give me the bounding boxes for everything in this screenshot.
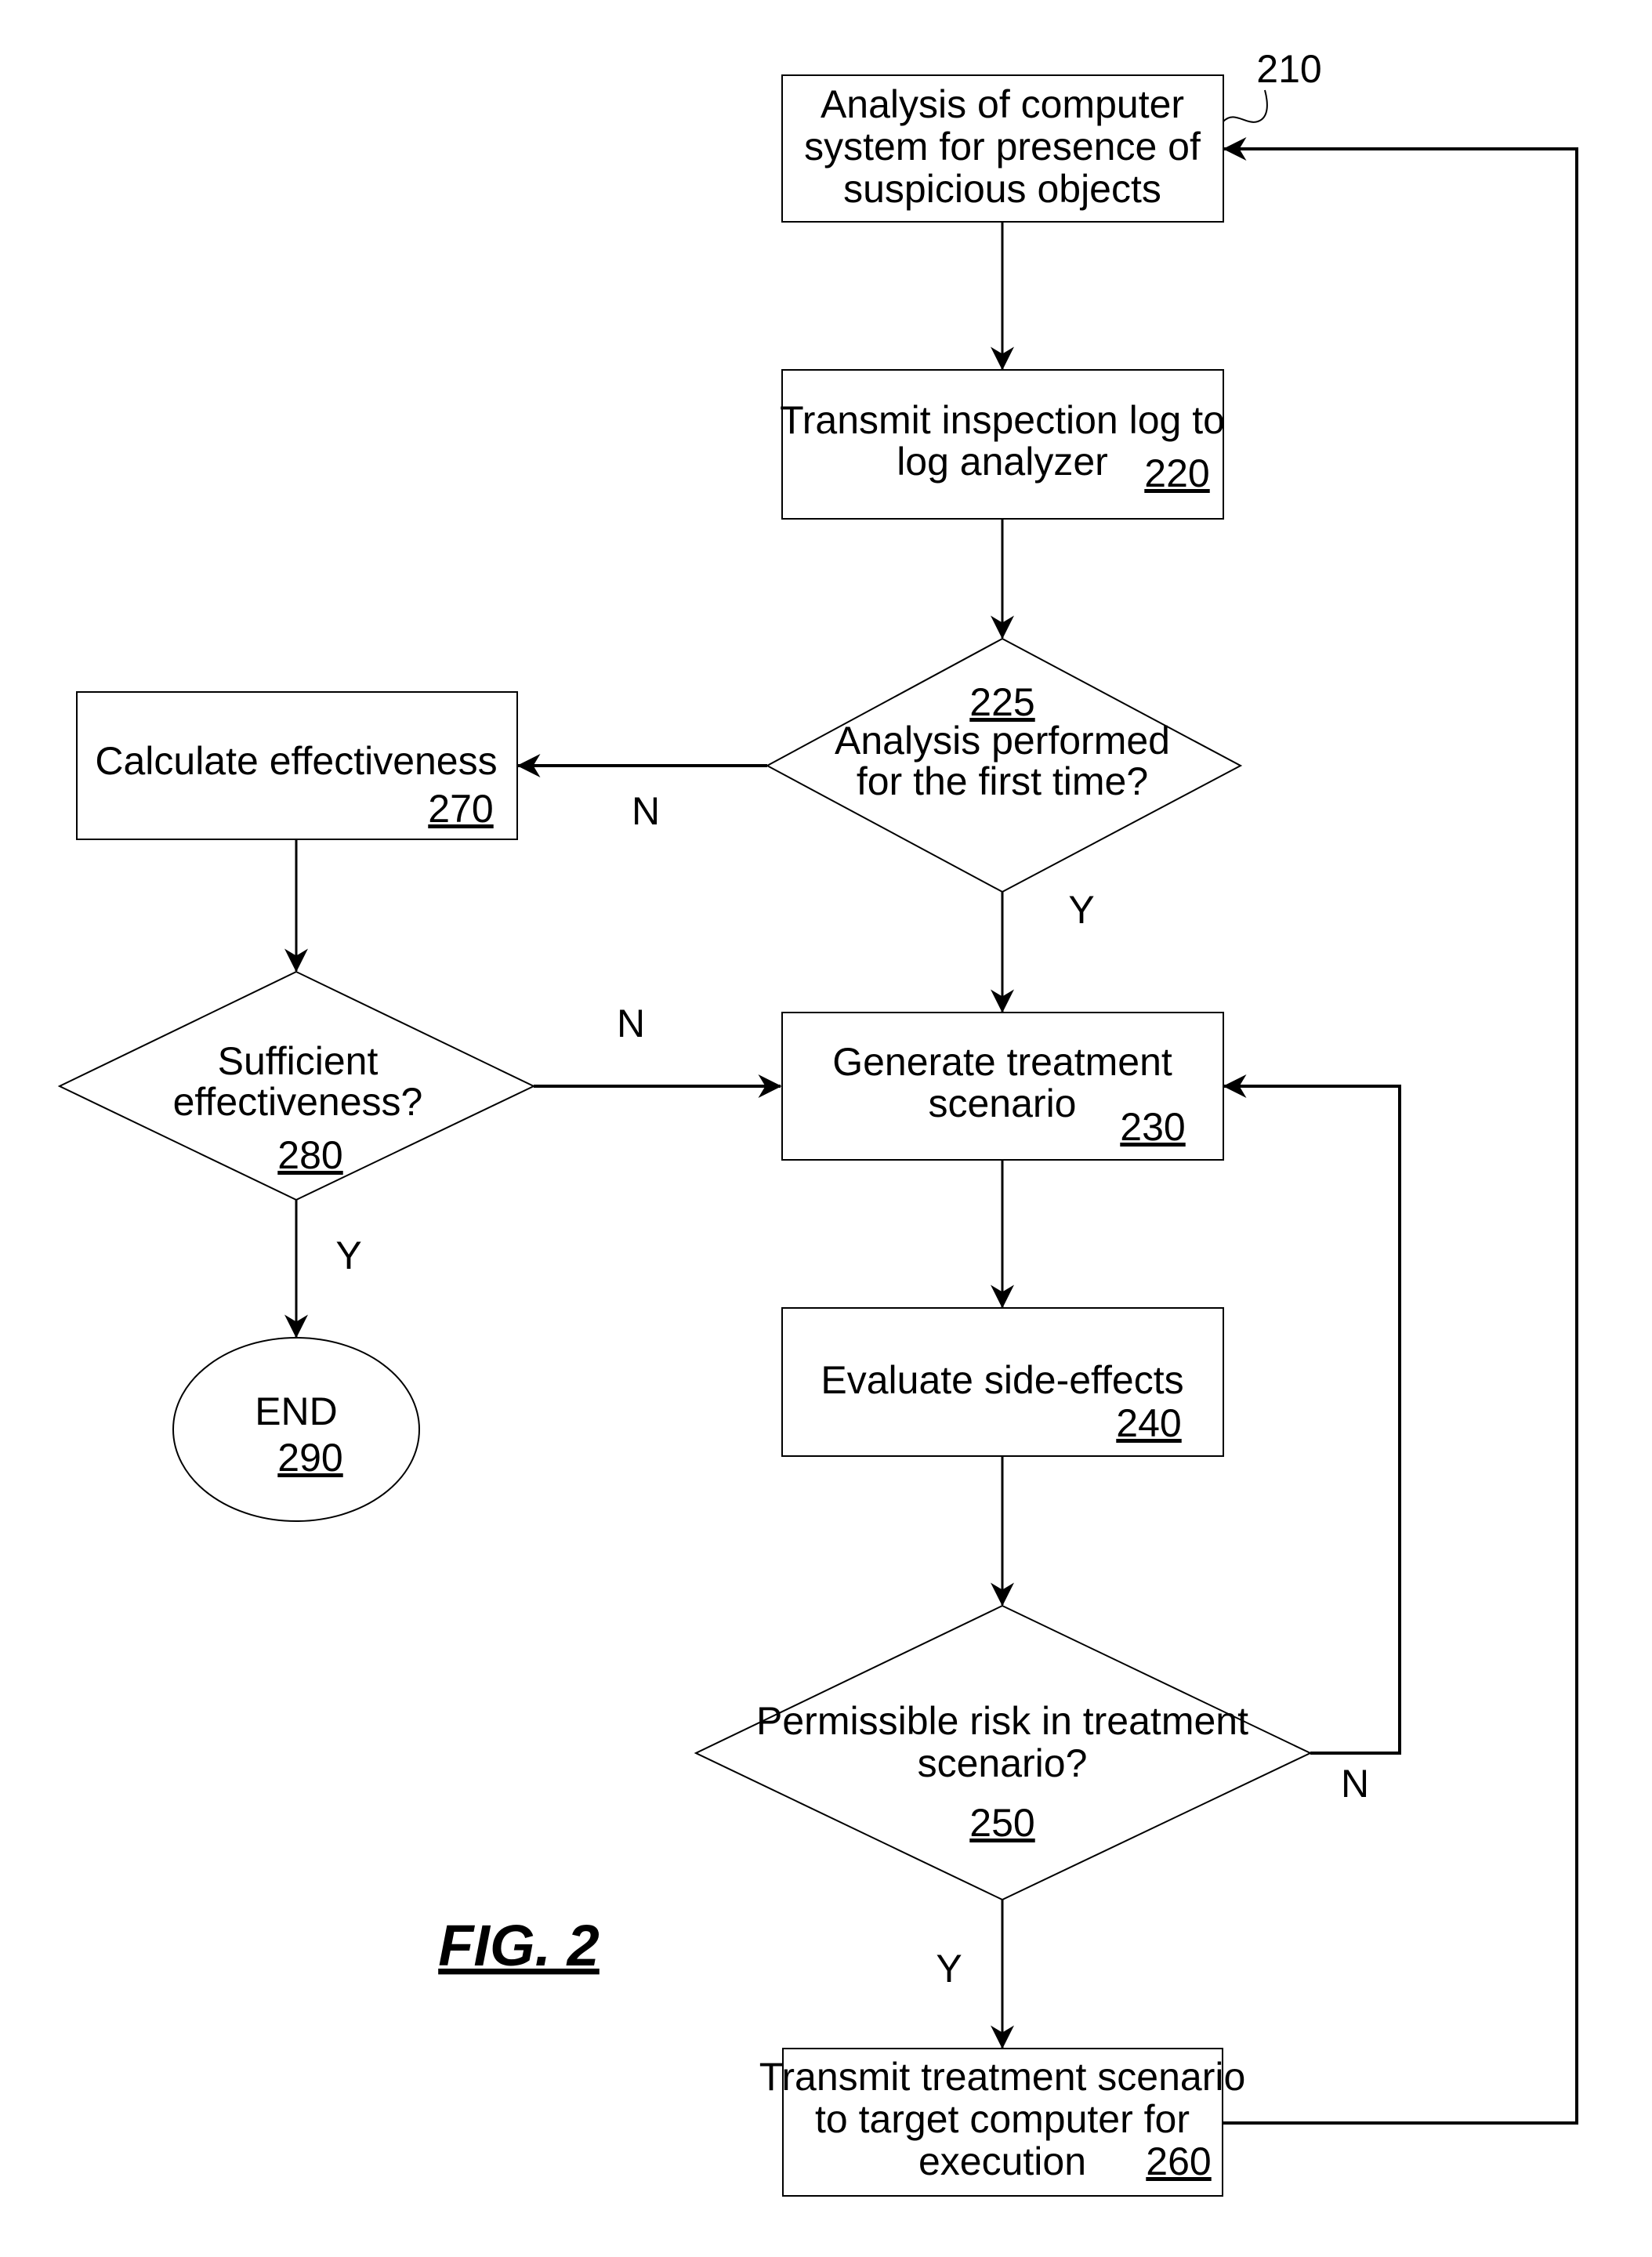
node-270-line-1: Calculate effectiveness	[95, 739, 497, 783]
decision-225: 225 Analysis performed for the first tim…	[765, 637, 1243, 893]
node-280-ref: 280	[277, 1133, 342, 1177]
node-220-line-1: Transmit inspection log to	[780, 398, 1225, 442]
node-230-line-1: Generate treatment	[832, 1040, 1172, 1084]
process-box-260: Transmit treatment scenario to target co…	[759, 2048, 1246, 2197]
node-260-ref: 260	[1146, 2139, 1211, 2183]
node-250-line-2: scenario?	[918, 1741, 1088, 1785]
node-230-ref: 230	[1120, 1105, 1185, 1149]
edge-label-225-yes: Y	[1068, 888, 1094, 932]
reference-leader-210	[1223, 89, 1268, 123]
node-225-line-1: Analysis performed	[835, 719, 1170, 763]
node-260-line-1: Transmit treatment scenario	[759, 2055, 1246, 2099]
node-290-ref: 290	[277, 1436, 342, 1480]
node-290-line-1: END	[255, 1389, 338, 1433]
node-210-line-2: system for presence of	[804, 125, 1201, 168]
node-240-ref: 240	[1116, 1401, 1181, 1445]
node-230-line-2: scenario	[929, 1081, 1077, 1125]
edge-label-280-no: N	[617, 1002, 645, 1045]
node-210-ref: 210	[1256, 47, 1321, 91]
decision-250: Permissible risk in treatment scenario? …	[694, 1604, 1313, 1901]
flowchart: N Y N Y N Y Analysis of computer system …	[57, 47, 1578, 2197]
edge-label-250-no: N	[1341, 1762, 1369, 1806]
figure-caption: FIG. 2	[438, 1913, 600, 1978]
node-240-line-1: Evaluate side-effects	[821, 1358, 1183, 1402]
decision-280: Sufficient effectiveness? 280	[57, 970, 536, 1201]
edge-label-250-yes: Y	[936, 1947, 962, 1991]
node-220-line-2: log analyzer	[897, 440, 1108, 484]
node-225-ref: 225	[969, 680, 1034, 724]
node-210-line-1: Analysis of computer	[821, 82, 1184, 126]
node-225-line-2: for the first time?	[857, 759, 1148, 803]
node-260-line-2: to target computer for	[815, 2097, 1190, 2141]
edge-label-225-no: N	[632, 789, 660, 833]
node-250-ref: 250	[969, 1801, 1034, 1845]
process-box-210: Analysis of computer system for presence…	[781, 74, 1224, 223]
process-box-220: Transmit inspection log to log analyzer …	[780, 369, 1225, 520]
process-box-240: Evaluate side-effects 240	[781, 1307, 1224, 1457]
node-280-line-2: effectiveness?	[173, 1080, 423, 1124]
node-210-line-3: suspicious objects	[843, 167, 1161, 211]
node-260-line-3: execution	[918, 2139, 1086, 2183]
edge-250-no-to-230	[1223, 1074, 1401, 1755]
process-box-230: Generate treatment scenario 230	[781, 1012, 1224, 1161]
process-box-270: Calculate effectiveness 270	[76, 691, 518, 840]
node-280-line-1: Sufficient	[218, 1039, 379, 1083]
edge-label-280-yes: Y	[335, 1234, 361, 1277]
node-220-ref: 220	[1144, 451, 1209, 495]
node-270-ref: 270	[428, 787, 493, 831]
terminator-290: END 290	[172, 1337, 420, 1522]
node-250-line-1: Permissible risk in treatment	[756, 1699, 1248, 1743]
